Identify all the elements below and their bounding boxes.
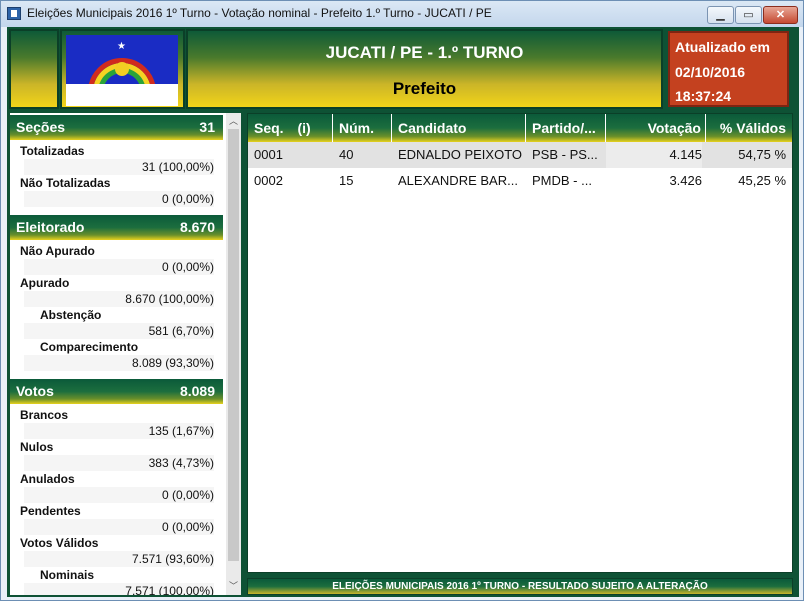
nao-totalizadas-label: Não Totalizadas: [20, 176, 111, 190]
main-content: ★ ✝ JUCATI / PE - 1.º TURNO Prefeito Atu…: [7, 27, 799, 597]
results-table: Seq. (i) Núm. Candidato Partido/... Vota…: [247, 113, 793, 573]
updated-date: 02/10/2016: [675, 64, 746, 80]
apurado-value: 8.670 (100,00%): [24, 291, 214, 307]
flag-sun-icon: [115, 62, 129, 76]
comparecimento-label: Comparecimento: [40, 340, 139, 354]
col-header-seq-info[interactable]: (i): [297, 120, 310, 136]
secoes-value: 31: [199, 119, 215, 135]
totalizadas-value: 31 (100,00%): [24, 159, 214, 175]
summary-scrollbar[interactable]: ︿ ﹀: [226, 113, 241, 595]
eleitorado-label: Eleitorado: [16, 219, 85, 235]
votos-validos-value: 7.571 (93,60%): [24, 551, 214, 567]
table-row[interactable]: 0001 40 EDNALDO PEIXOTO PSB - PS... 4.14…: [248, 142, 792, 168]
row-candidato: EDNALDO PEIXOTO: [398, 147, 523, 162]
votos-validos-label: Votos Válidos: [20, 536, 99, 550]
city-title: JUCATI / PE - 1.º TURNO: [325, 43, 524, 62]
row-validos: 45,25 %: [738, 173, 786, 188]
status-footer: ELEIÇÕES MUNICIPAIS 2016 1º TURNO - RESU…: [247, 578, 793, 595]
office-title: Prefeito: [392, 79, 457, 98]
pendentes-value: 0 (0,00%): [24, 519, 214, 535]
anulados-value: 0 (0,00%): [24, 487, 214, 503]
comparecimento-value: 8.089 (93,30%): [24, 355, 214, 371]
close-button[interactable]: ✕: [763, 6, 798, 24]
nao-totalizadas-value: 0 (0,00%): [24, 191, 214, 207]
app-icon: [7, 7, 21, 20]
nulos-value: 383 (4,73%): [24, 455, 214, 471]
col-header-validos[interactable]: % Válidos: [706, 114, 792, 142]
abstencao-label: Abstenção: [40, 308, 102, 322]
window-title: Eleições Municipais 2016 1º Turno - Vota…: [27, 6, 492, 20]
summary-panel[interactable]: Seções 31 Totalizadas 31 (100,00%) Não T…: [10, 113, 226, 595]
anulados-label: Anulados: [20, 472, 75, 486]
app-window: Eleições Municipais 2016 1º Turno - Vota…: [0, 0, 804, 601]
nominais-value: 7.571 (100,00%): [24, 583, 214, 595]
row-seq: 0001: [254, 147, 283, 162]
nao-apurado-value: 0 (0,00%): [24, 259, 214, 275]
row-seq: 0002: [254, 173, 283, 188]
col-header-seq-label: Seq.: [254, 120, 284, 136]
row-candidato: ALEXANDRE BAR...: [398, 173, 518, 188]
row-partido: PMDB - ...: [532, 173, 592, 188]
nulos-label: Nulos: [20, 440, 54, 454]
title-bar[interactable]: Eleições Municipais 2016 1º Turno - Vota…: [1, 1, 803, 27]
col-header-votacao[interactable]: Votação: [606, 114, 706, 142]
header-left-strip: [9, 29, 59, 109]
updated-label: Atualizado em: [675, 39, 770, 55]
minimize-button[interactable]: ▁: [707, 6, 734, 24]
row-validos: 54,75 %: [738, 147, 786, 162]
apurado-label: Apurado: [20, 276, 70, 290]
row-votacao: 3.426: [669, 173, 702, 188]
votos-header: Votos 8.089: [10, 379, 223, 404]
flag-star-icon: ★: [117, 41, 126, 52]
col-header-candidato[interactable]: Candidato: [392, 114, 526, 142]
row-partido: PSB - PS...: [532, 147, 598, 162]
flag-blue-field: ★: [66, 35, 178, 84]
updated-time: 18:37:24: [675, 88, 732, 104]
maximize-button[interactable]: ▭: [735, 6, 762, 24]
pernambuco-flag: ★ ✝: [66, 35, 178, 153]
update-panel: Atualizado em 02/10/2016 18:37:24: [668, 31, 789, 107]
flag-panel: ★ ✝: [60, 29, 185, 153]
row-votacao: 4.145: [606, 142, 702, 168]
scroll-up-icon[interactable]: ︿: [226, 114, 241, 128]
secoes-label: Seções: [16, 119, 66, 135]
row-num: 15: [339, 173, 354, 188]
scroll-thumb[interactable]: [228, 129, 239, 561]
brancos-label: Brancos: [20, 408, 69, 422]
row-num: 40: [339, 147, 354, 162]
scroll-down-icon[interactable]: ﹀: [226, 579, 241, 593]
votos-value: 8.089: [179, 383, 215, 399]
col-header-num[interactable]: Núm.: [333, 114, 392, 142]
votos-label: Votos: [16, 383, 54, 399]
totalizadas-label: Totalizadas: [20, 144, 85, 158]
col-header-seq[interactable]: Seq. (i): [248, 114, 333, 142]
brancos-value: 135 (1,67%): [24, 423, 214, 439]
eleitorado-header: Eleitorado 8.670: [10, 215, 223, 240]
nao-apurado-label: Não Apurado: [20, 244, 95, 258]
abstencao-value: 581 (6,70%): [24, 323, 214, 339]
eleitorado-value: 8.670: [179, 219, 215, 235]
flag-white-field: ✝: [66, 84, 178, 153]
col-header-partido[interactable]: Partido/...: [526, 114, 606, 142]
nominais-label: Nominais: [40, 568, 95, 582]
title-panel: JUCATI / PE - 1.º TURNO Prefeito: [186, 29, 663, 109]
secoes-header: Seções 31: [10, 115, 223, 140]
pendentes-label: Pendentes: [20, 504, 81, 518]
table-row[interactable]: 0002 15 ALEXANDRE BAR... PMDB - ... 3.42…: [248, 168, 792, 194]
